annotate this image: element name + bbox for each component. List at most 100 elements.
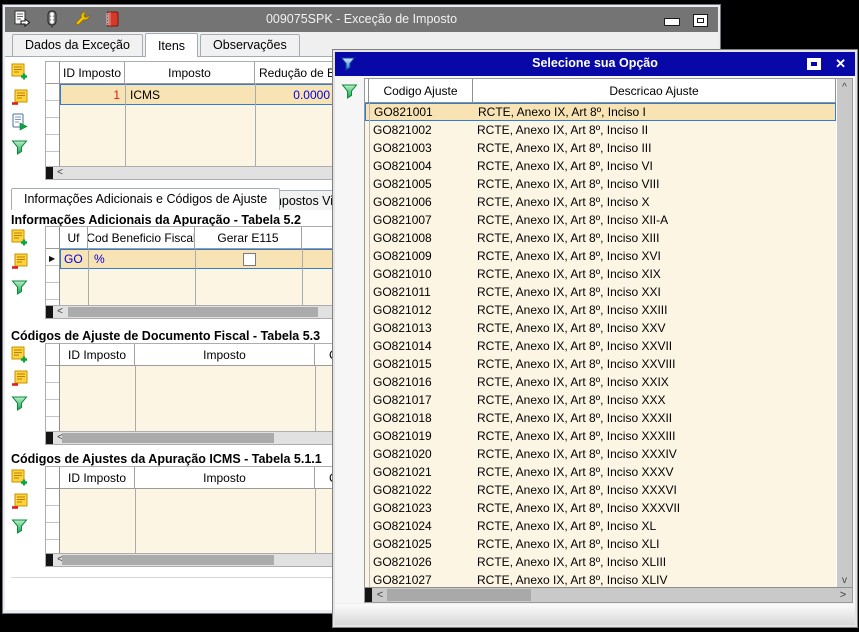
section-title-apuracao-icms: Códigos de Ajustes da Apuração ICMS - Ta… xyxy=(11,452,322,466)
tab-dados-da-excecao[interactable]: Dados da Exceção xyxy=(12,34,143,56)
list-item[interactable]: GO821001 RCTE, Anexo IX, Art 8º, Inciso … xyxy=(365,103,836,121)
list-item[interactable]: GO821016 RCTE, Anexo IX, Art 8º, Inciso … xyxy=(365,373,836,391)
list-item[interactable]: GO821006 RCTE, Anexo IX, Art 8º, Inciso … xyxy=(365,193,836,211)
list-item[interactable]: GO821003 RCTE, Anexo IX, Art 8º, Inciso … xyxy=(365,139,836,157)
cell-descricao-ajuste: RCTE, Anexo IX, Art 8º, Inciso XLIII xyxy=(477,555,667,569)
minimize-button[interactable] xyxy=(664,18,680,26)
column-header-id-imposto[interactable]: ID Imposto xyxy=(60,62,125,83)
column-header-id-imposto[interactable]: ID Imposto xyxy=(60,344,135,365)
delete-row-button[interactable] xyxy=(11,253,29,271)
doc-run-icon xyxy=(11,113,29,134)
cell-descricao-ajuste: RCTE, Anexo IX, Art 8º, Inciso XXXII xyxy=(477,411,673,425)
list-item[interactable]: GO821014 RCTE, Anexo IX, Art 8º, Inciso … xyxy=(365,337,836,355)
list-item[interactable]: GO821008 RCTE, Anexo IX, Art 8º, Inciso … xyxy=(365,229,836,247)
tab-observacoes[interactable]: Observações xyxy=(200,34,300,56)
list-item[interactable]: GO821019 RCTE, Anexo IX, Art 8º, Inciso … xyxy=(365,427,836,445)
list-item[interactable]: GO821009 RCTE, Anexo IX, Art 8º, Inciso … xyxy=(365,247,836,265)
column-header-uf[interactable]: Uf xyxy=(60,227,88,248)
indicator-header-cell xyxy=(46,227,60,248)
indicator-column-line xyxy=(369,103,370,587)
delete-row-button[interactable] xyxy=(11,493,29,511)
maximize-button[interactable] xyxy=(693,14,708,27)
cell-descricao-ajuste: RCTE, Anexo IX, Art 8º, Inciso XXXVII xyxy=(477,501,681,515)
tab-informacoes-adicionais[interactable]: Informações Adicionais e Códigos de Ajus… xyxy=(11,188,281,210)
column-header-id-imposto[interactable]: ID Imposto xyxy=(60,467,135,488)
list-item[interactable]: GO821010 RCTE, Anexo IX, Art 8º, Inciso … xyxy=(365,265,836,283)
column-header-imposto[interactable]: Imposto xyxy=(135,344,315,365)
list-item[interactable]: GO821017 RCTE, Anexo IX, Art 8º, Inciso … xyxy=(365,391,836,409)
option-grid: Codigo Ajuste Descricao Ajuste GO821001 … xyxy=(364,78,853,603)
scrollbar-thumb[interactable] xyxy=(68,307,318,317)
filter-icon xyxy=(341,84,358,102)
scrollbar-corner xyxy=(46,167,53,179)
option-hscrollbar[interactable]: < > xyxy=(365,587,852,602)
column-header-cod-beneficio[interactable]: Cod Beneficio Fiscal xyxy=(88,227,195,248)
scrollbar-thumb[interactable] xyxy=(62,433,274,443)
cell-codigo-ajuste: GO821015 xyxy=(373,357,432,371)
gerar-e115-checkbox[interactable] xyxy=(243,252,256,266)
scroll-up-icon[interactable]: ^ xyxy=(837,82,852,93)
delete-row-button[interactable] xyxy=(11,370,29,388)
note-remove-icon xyxy=(11,493,29,514)
scrollbar-thumb[interactable] xyxy=(62,555,274,565)
delete-row-button[interactable] xyxy=(11,89,29,107)
list-item[interactable]: GO821021 RCTE, Anexo IX, Art 8º, Inciso … xyxy=(365,463,836,481)
cell-codigo-ajuste: GO821023 xyxy=(373,501,432,515)
list-item[interactable]: GO821013 RCTE, Anexo IX, Art 8º, Inciso … xyxy=(365,319,836,337)
main-window-title: 009075SPK - Exceção de Imposto xyxy=(265,12,458,26)
add-row-button[interactable] xyxy=(11,63,29,81)
execute-button[interactable] xyxy=(11,113,29,131)
cell-codigo-ajuste: GO821010 xyxy=(373,267,432,281)
note-add-icon xyxy=(11,229,29,250)
list-item[interactable]: GO821007 RCTE, Anexo IX, Art 8º, Inciso … xyxy=(365,211,836,229)
list-item[interactable]: GO821022 RCTE, Anexo IX, Art 8º, Inciso … xyxy=(365,481,836,499)
scroll-right-icon[interactable]: > xyxy=(837,589,849,601)
scroll-left-icon[interactable]: < xyxy=(54,306,66,318)
list-item[interactable]: GO821002 RCTE, Anexo IX, Art 8º, Inciso … xyxy=(365,121,836,139)
note-remove-icon xyxy=(11,253,29,274)
maximize-button[interactable] xyxy=(807,57,822,70)
row-indicator-column xyxy=(46,489,60,553)
note-remove-icon xyxy=(11,89,29,110)
cell-descricao-ajuste: RCTE, Anexo IX, Art 8º, Inciso XXIII xyxy=(477,303,668,317)
cell-codigo-ajuste: GO821026 xyxy=(373,555,432,569)
list-item[interactable]: GO821005 RCTE, Anexo IX, Art 8º, Inciso … xyxy=(365,175,836,193)
scroll-left-icon[interactable]: < xyxy=(374,589,386,601)
list-item[interactable]: GO821018 RCTE, Anexo IX, Art 8º, Inciso … xyxy=(365,409,836,427)
column-header-descricao-ajuste[interactable]: Descricao Ajuste xyxy=(473,79,836,102)
scrollbar-thumb[interactable] xyxy=(387,589,531,601)
filter-icon xyxy=(11,140,28,158)
add-row-button[interactable] xyxy=(11,229,29,247)
indicator-header-cell xyxy=(46,344,60,365)
list-item[interactable]: GO821026 RCTE, Anexo IX, Art 8º, Inciso … xyxy=(365,553,836,571)
list-item[interactable]: GO821015 RCTE, Anexo IX, Art 8º, Inciso … xyxy=(365,355,836,373)
scroll-left-icon[interactable]: < xyxy=(54,167,66,179)
column-header-gerar-e115[interactable]: Gerar E115 xyxy=(195,227,302,248)
list-item[interactable]: GO821020 RCTE, Anexo IX, Art 8º, Inciso … xyxy=(365,445,836,463)
tab-itens[interactable]: Itens xyxy=(144,33,199,57)
list-item[interactable]: GO821004 RCTE, Anexo IX, Art 8º, Inciso … xyxy=(365,157,836,175)
column-header-imposto[interactable]: Imposto xyxy=(125,62,255,83)
filter-button[interactable] xyxy=(11,279,29,297)
close-button[interactable]: ✕ xyxy=(835,57,846,70)
list-item[interactable]: GO821025 RCTE, Anexo IX, Art 8º, Inciso … xyxy=(365,535,836,553)
add-row-button[interactable] xyxy=(11,346,29,364)
column-header-imposto[interactable]: Imposto xyxy=(135,467,315,488)
column-header-codigo-ajuste[interactable]: Codigo Ajuste xyxy=(369,79,473,102)
filter-button[interactable] xyxy=(11,395,29,413)
main-titlebar[interactable]: 009075SPK - Exceção de Imposto xyxy=(5,7,718,32)
list-item[interactable]: GO821011 RCTE, Anexo IX, Art 8º, Inciso … xyxy=(365,283,836,301)
add-row-button[interactable] xyxy=(11,469,29,487)
list-item[interactable]: GO821023 RCTE, Anexo IX, Art 8º, Inciso … xyxy=(365,499,836,517)
popup-titlebar[interactable]: Selecione sua Opção ✕ xyxy=(335,52,855,76)
cell-imposto: ICMS xyxy=(130,87,160,102)
option-vscrollbar[interactable]: ^ v xyxy=(836,79,852,589)
list-item[interactable]: GO821012 RCTE, Anexo IX, Art 8º, Inciso … xyxy=(365,301,836,319)
filter-button[interactable] xyxy=(341,83,358,99)
list-item[interactable]: GO821024 RCTE, Anexo IX, Art 8º, Inciso … xyxy=(365,517,836,535)
cell-cod-beneficio: % xyxy=(94,252,105,266)
filter-button[interactable] xyxy=(11,518,29,536)
section-title-apuracao: Informações Adicionais da Apuração - Tab… xyxy=(11,213,301,227)
filter-button[interactable] xyxy=(11,139,29,157)
scroll-down-icon[interactable]: v xyxy=(837,575,852,586)
